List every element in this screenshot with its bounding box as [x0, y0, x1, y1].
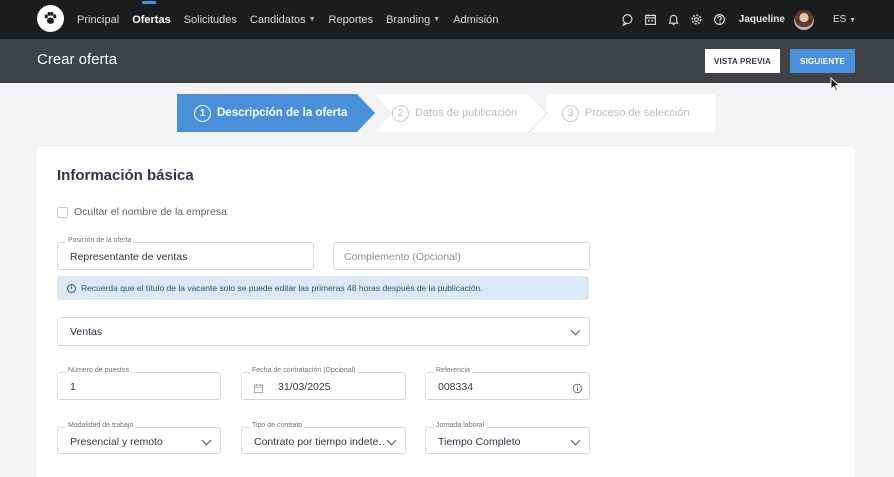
nav-links: Principal Ofertas Solicitudes Candidatos…: [77, 0, 511, 39]
step-label: Descripción de la oferta: [217, 107, 348, 119]
contract-label: Tipo de contrato: [250, 422, 305, 429]
chevron-down-icon: ▼: [433, 16, 441, 23]
language-selector[interactable]: ES ▼: [833, 14, 856, 25]
step-publicacion[interactable]: 2 Datos de publicación: [392, 94, 517, 132]
reference-value: 008334: [438, 381, 474, 393]
work-mode-value: Presencial y remoto: [70, 436, 163, 448]
complement-field[interactable]: Complemento (Opcional): [333, 242, 590, 270]
hire-date-value: 31/03/2025: [278, 381, 331, 393]
hire-date-field[interactable]: Fecha de contratación (Opcional) 31/03/2…: [241, 367, 406, 400]
page-title: Crear oferta: [37, 51, 118, 68]
nav-item-candidatos[interactable]: Candidatos ▼: [250, 14, 316, 26]
calendar-icon[interactable]: [644, 13, 658, 27]
hire-date-label: Fecha de contratación (Opcional): [250, 367, 358, 374]
category-select[interactable]: Ventas: [57, 317, 590, 346]
nav-item-ofertas[interactable]: Ofertas: [132, 0, 171, 26]
nav-item-reportes[interactable]: Reportes: [329, 14, 374, 26]
chevron-down-icon: [201, 435, 212, 446]
info-text: Recuerda que el título de la vacante sol…: [81, 283, 483, 293]
gear-icon[interactable]: [690, 13, 704, 27]
position-value: Representante de ventas: [70, 251, 188, 263]
schedule-value: Tiempo Completo: [438, 436, 521, 448]
user-name[interactable]: Jaqueline: [739, 14, 785, 25]
info-icon: i: [67, 283, 76, 293]
step-descripcion[interactable]: 1 Descripción de la oferta: [177, 94, 375, 132]
position-field[interactable]: Posición de la oferta Representante de v…: [57, 237, 314, 270]
step-number: 2: [392, 104, 409, 122]
nav-item-branding[interactable]: Branding ▼: [386, 14, 440, 26]
form-card: Información básica Ocultar el nombre de …: [37, 147, 855, 477]
work-mode-label: Modalidad de trabajo: [66, 422, 136, 429]
nav-item-admision[interactable]: Admisión: [453, 14, 498, 26]
calendar-icon[interactable]: [253, 381, 264, 399]
info-banner: i Recuerda que el título de la vacante s…: [57, 276, 589, 300]
paw-logo-icon[interactable]: [37, 5, 64, 32]
reference-field[interactable]: Referencia 008334: [425, 367, 590, 400]
info-icon[interactable]: [572, 381, 583, 399]
positions-label: Número de puestos: [66, 367, 132, 374]
positions-field[interactable]: Número de puestos 1: [57, 367, 221, 400]
hide-company-checkbox[interactable]: [57, 206, 68, 218]
schedule-label: Jornada laboral: [434, 422, 487, 429]
section-title: Información básica: [57, 167, 194, 184]
step-label: Datos de publicación: [415, 107, 518, 119]
contract-value: Contrato por tiempo indete…: [254, 436, 386, 448]
top-nav: Principal Ofertas Solicitudes Candidatos…: [0, 0, 894, 39]
hide-company-label: Ocultar el nombre de la empresa: [74, 206, 227, 218]
help-icon[interactable]: [713, 13, 727, 27]
step-number: 3: [562, 104, 579, 122]
complement-placeholder: Complemento (Opcional): [344, 251, 461, 263]
chevron-down-icon: [386, 435, 397, 446]
schedule-select[interactable]: Jornada laboral Tiempo Completo: [425, 422, 590, 454]
preview-button[interactable]: VISTA PREVIA: [705, 49, 780, 73]
step-label: Proceso de selección: [585, 107, 690, 119]
step-seleccion[interactable]: 3 Proceso de selección: [562, 94, 690, 132]
chevron-down-icon: ▼: [308, 16, 316, 23]
progress-stepper: 1 Descripción de la oferta 2 Datos de pu…: [177, 94, 715, 132]
position-label: Posición de la oferta: [66, 237, 134, 244]
avatar[interactable]: [793, 9, 814, 30]
step-number: 1: [194, 104, 211, 122]
next-button[interactable]: SIGUIENTE: [790, 49, 855, 73]
contract-select[interactable]: Tipo de contrato Contrato por tiempo ind…: [241, 422, 406, 454]
positions-value: 1: [70, 381, 76, 393]
chevron-down-icon: [570, 325, 581, 336]
reference-label: Referencia: [434, 367, 472, 374]
nav-right: Jaqueline ES ▼: [621, 0, 856, 39]
nav-item-solicitudes[interactable]: Solicitudes: [184, 14, 237, 26]
hide-company-row[interactable]: Ocultar el nombre de la empresa: [57, 206, 227, 218]
chevron-down-icon: [570, 435, 581, 446]
mouse-cursor-icon: [830, 76, 841, 97]
nav-item-principal[interactable]: Principal: [77, 14, 119, 26]
work-mode-select[interactable]: Modalidad de trabajo Presencial y remoto: [57, 422, 221, 454]
category-value: Ventas: [70, 326, 103, 338]
chevron-down-icon: ▼: [849, 17, 856, 24]
chat-icon[interactable]: [621, 13, 635, 27]
bell-icon[interactable]: [667, 13, 681, 27]
